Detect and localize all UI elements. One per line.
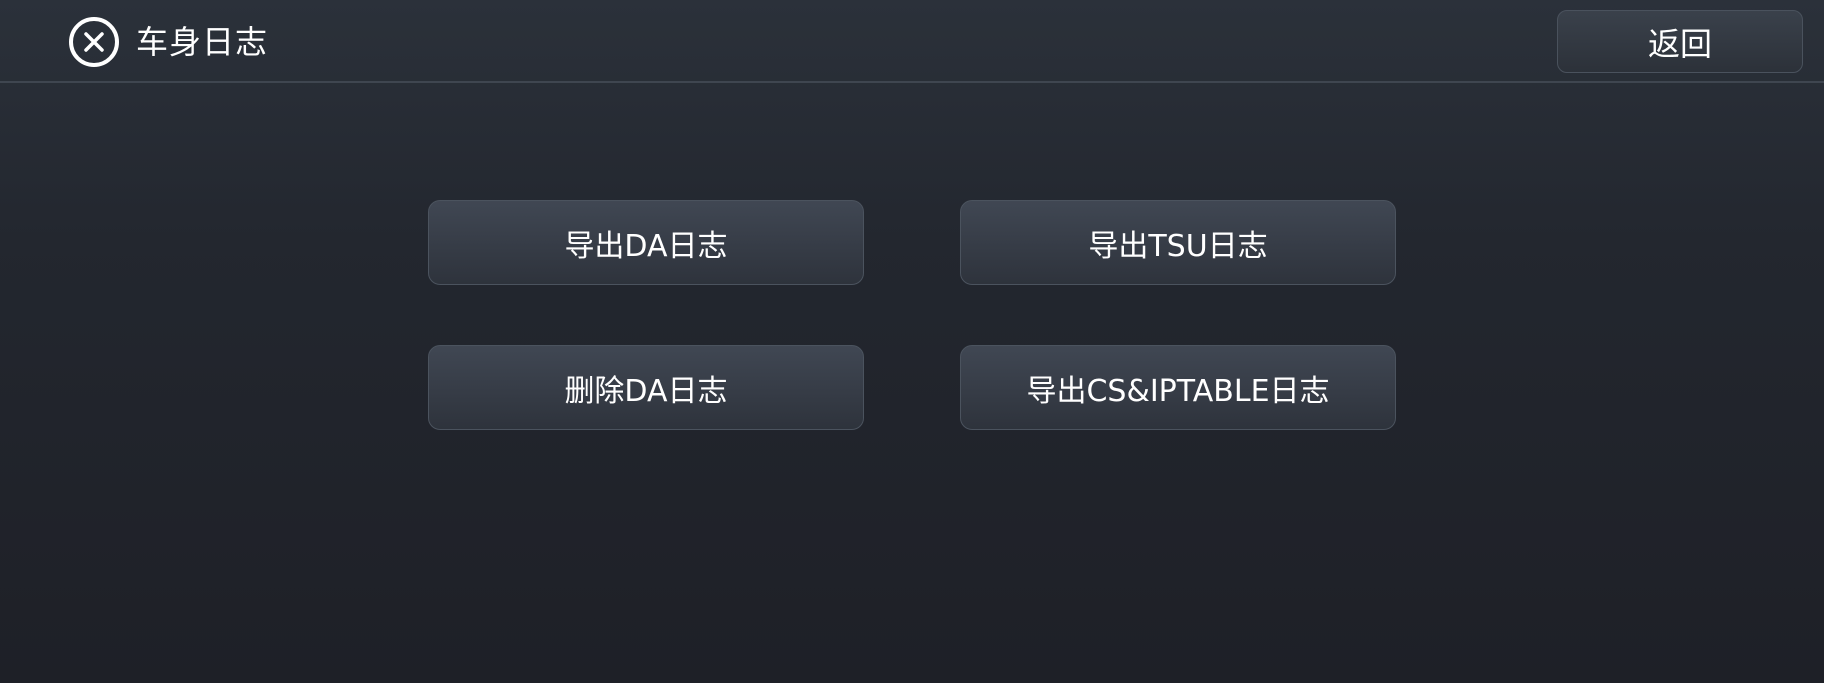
page-title: 车身日志 — [136, 23, 269, 61]
export-tsu-log-button[interactable]: 导出TSU日志 — [960, 200, 1396, 285]
export-cs-iptable-log-button[interactable]: 导出CS&IPTABLE日志 — [960, 345, 1396, 430]
close-x-glyph — [84, 32, 104, 52]
export-da-log-button[interactable]: 导出DA日志 — [428, 200, 864, 285]
header-bar: 车身日志 返回 — [0, 0, 1824, 83]
delete-da-log-button[interactable]: 删除DA日志 — [428, 345, 864, 430]
back-button[interactable]: 返回 — [1557, 10, 1803, 73]
close-icon[interactable] — [69, 17, 119, 67]
